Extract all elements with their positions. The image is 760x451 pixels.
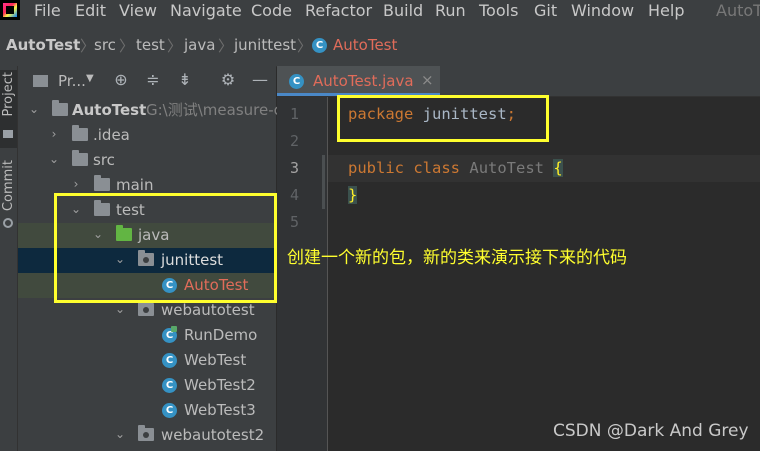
menu-navigate[interactable]: Navigate xyxy=(170,1,242,21)
menu-window[interactable]: Window xyxy=(571,1,634,21)
breadcrumb-autotest-class[interactable]: AutoTest xyxy=(333,36,397,54)
breadcrumb-junittest[interactable]: junittest xyxy=(234,36,296,54)
folder-icon xyxy=(94,175,110,191)
menu-build[interactable]: Build xyxy=(383,1,423,21)
tree-label: webautotest xyxy=(161,301,255,319)
class-icon: C xyxy=(312,38,327,53)
tree-row-webtest3[interactable]: C WebTest3 xyxy=(18,398,276,423)
tree-label: WebTest2 xyxy=(184,376,256,394)
tree-label: WebTest xyxy=(184,351,247,369)
highlight-box-tree xyxy=(54,193,277,303)
chevron-right-icon[interactable]: › xyxy=(48,127,60,141)
hide-icon[interactable]: — xyxy=(250,70,270,90)
chevron-right-icon: 〉 xyxy=(167,37,183,55)
breadcrumb-test[interactable]: test xyxy=(136,36,165,54)
line-number: 1 xyxy=(289,105,299,123)
package-icon xyxy=(138,300,154,316)
brace-open: { xyxy=(553,159,563,177)
project-view-selector[interactable]: Pr... xyxy=(58,72,86,90)
tree-label: RunDemo xyxy=(184,326,258,344)
chevron-right-icon: 〉 xyxy=(80,37,96,55)
chevron-down-icon[interactable]: ⌄ xyxy=(114,302,126,316)
line-number: 2 xyxy=(289,132,299,150)
module-folder-icon xyxy=(52,100,68,116)
chevron-right-icon: 〉 xyxy=(218,37,234,55)
close-icon[interactable]: × xyxy=(421,71,434,89)
line-number-gutter xyxy=(277,97,327,451)
breadcrumb-src[interactable]: src xyxy=(94,36,116,54)
breadcrumb-project[interactable]: AutoTest xyxy=(6,36,80,54)
tree-row-webtest2[interactable]: C WebTest2 xyxy=(18,373,276,398)
tree-row-src[interactable]: ⌄ src xyxy=(18,148,276,173)
menu-help[interactable]: Help xyxy=(648,1,684,21)
highlight-box-package xyxy=(337,95,549,142)
code-line-3[interactable]: public class AutoTest { xyxy=(348,159,563,177)
class-name: AutoTest xyxy=(469,159,545,177)
locate-file-icon[interactable]: ⊕ xyxy=(111,70,131,90)
tree-label: AutoTest xyxy=(72,101,147,119)
tree-row-rundemo[interactable]: C RunDemo xyxy=(18,323,276,348)
tab-label: AutoTest.java xyxy=(313,72,414,90)
app-logo-icon xyxy=(0,0,20,20)
tree-row-webautotest2[interactable]: ⌄ webautotest2 xyxy=(18,423,276,448)
tree-label: .idea xyxy=(93,126,130,144)
class-icon: C xyxy=(162,353,177,368)
fold-marker xyxy=(322,155,325,209)
project-folder-icon xyxy=(33,75,48,87)
chevron-right-icon[interactable]: › xyxy=(70,177,82,191)
folder-icon xyxy=(3,130,13,138)
menu-refactor[interactable]: Refactor xyxy=(305,1,372,21)
tree-label: WebTest3 xyxy=(184,401,256,419)
tree-row-webtest[interactable]: C WebTest xyxy=(18,348,276,373)
project-tab-label: Project xyxy=(1,72,16,117)
chevron-down-icon[interactable]: ⌄ xyxy=(28,102,40,116)
tree-label: src xyxy=(93,151,115,169)
expand-all-icon[interactable]: ≑ xyxy=(143,70,163,90)
code-line-4[interactable]: } xyxy=(348,186,358,204)
dropdown-arrow-icon[interactable]: ▼ xyxy=(86,73,94,84)
collapse-all-icon[interactable]: ⇟ xyxy=(175,70,195,90)
gutter-divider xyxy=(327,97,328,451)
tree-row-idea[interactable]: › .idea xyxy=(18,123,276,148)
folder-icon xyxy=(72,150,88,166)
run-badge-icon xyxy=(171,326,177,332)
menu-run[interactable]: Run xyxy=(435,1,466,21)
menu-code[interactable]: Code xyxy=(251,1,292,21)
annotation-text: 创建一个新的包，新的类来演示接下来的代码 xyxy=(287,248,627,268)
line-number: 3 xyxy=(289,159,299,177)
window-title: AutoTe xyxy=(716,1,760,20)
commit-icon xyxy=(3,218,13,228)
menu-bar xyxy=(0,0,760,23)
gear-icon[interactable]: ⚙ xyxy=(218,70,238,90)
menu-tools[interactable]: Tools xyxy=(479,1,518,21)
commit-tab-label[interactable]: Commit xyxy=(1,160,16,211)
watermark: CSDN @Dark And Grey xyxy=(553,421,749,441)
menu-view[interactable]: View xyxy=(119,1,157,21)
chevron-right-icon: 〉 xyxy=(297,37,313,55)
tree-label: webautotest2 xyxy=(161,426,265,444)
line-number: 4 xyxy=(289,186,299,204)
folder-icon xyxy=(72,125,88,141)
menu-edit[interactable]: Edit xyxy=(75,1,106,21)
package-icon xyxy=(138,425,154,441)
chevron-down-icon[interactable]: ⌄ xyxy=(48,152,60,166)
tree-path: G:\测试\measure-c xyxy=(146,101,282,119)
keyword: public xyxy=(348,159,404,177)
line-number: 5 xyxy=(289,213,299,231)
chevron-right-icon: 〉 xyxy=(119,37,135,55)
menu-git[interactable]: Git xyxy=(534,1,557,21)
breadcrumb-java[interactable]: java xyxy=(184,36,215,54)
class-icon: C xyxy=(162,403,177,418)
menu-file[interactable]: File xyxy=(34,1,61,21)
tree-label: main xyxy=(116,176,154,194)
class-icon: C xyxy=(289,74,304,89)
chevron-down-icon[interactable]: ⌄ xyxy=(114,427,126,441)
brace-close: } xyxy=(348,186,358,204)
tree-row-project-root[interactable]: ⌄ AutoTest G:\测试\measure-c xyxy=(18,98,282,123)
keyword: class xyxy=(413,159,461,177)
class-icon: C xyxy=(162,378,177,393)
